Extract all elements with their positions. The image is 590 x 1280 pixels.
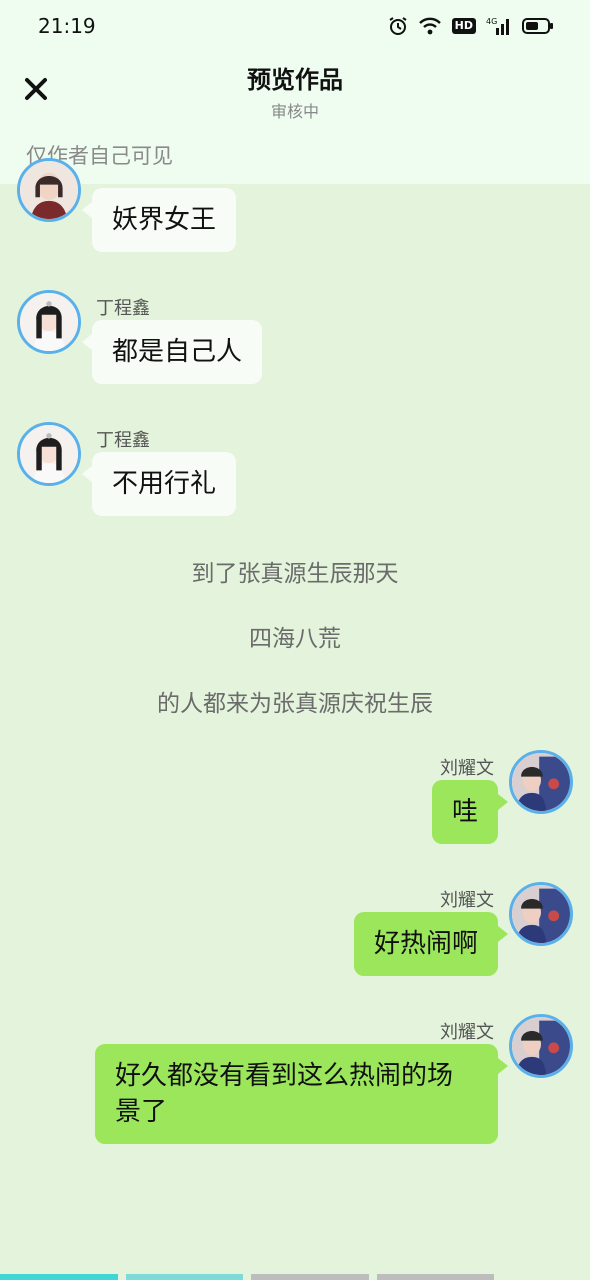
message-bubble[interactable]: 都是自己人 [81, 320, 263, 384]
avatar[interactable] [509, 1014, 573, 1078]
sender-name: 刘耀文 [440, 890, 494, 911]
status-icons: HD 4G [388, 14, 554, 38]
avatar[interactable] [17, 158, 81, 222]
status-time: 21:19 [38, 14, 96, 38]
avatar[interactable] [509, 882, 573, 946]
wifi-icon [418, 17, 441, 35]
avatar[interactable] [17, 422, 81, 486]
message-bubble[interactable]: 哇 [431, 780, 509, 844]
message-bubble[interactable]: 不用行礼 [81, 452, 237, 516]
progress-segment [376, 1274, 494, 1280]
svg-text:4G: 4G [486, 17, 497, 26]
message-bubble[interactable]: 好热闹啊 [353, 912, 509, 976]
progress-segment [0, 1274, 118, 1280]
message-bubble[interactable]: 好久都没有看到这么热闹的场景了 [95, 1044, 508, 1144]
status-bar: 21:19 HD 4G [0, 0, 590, 52]
narration-line: 的人都来为张真源庆祝生辰 [157, 691, 433, 717]
avatar[interactable] [17, 290, 81, 354]
sender-name: 丁程鑫 [96, 430, 150, 451]
hd-badge: HD [451, 18, 476, 34]
narration-line: 到了张真源生辰那天 [191, 561, 399, 587]
progress-segment [125, 1274, 243, 1280]
progress-segment [251, 1274, 369, 1280]
signal-icon: 4G [486, 17, 509, 35]
top-bar: 21:19 HD 4G 预览作品 审核中 仅作者自己可见 [0, 0, 590, 184]
battery-icon [522, 18, 553, 34]
avatar[interactable] [509, 750, 573, 814]
review-status: 审核中 [270, 102, 319, 121]
sender-name: 刘耀文 [440, 1022, 494, 1043]
message-bubble[interactable]: 妖界女王 [81, 188, 237, 252]
alarm-icon [389, 17, 407, 35]
narration-line: 四海八荒 [249, 626, 341, 652]
sender-name: 丁程鑫 [96, 298, 150, 319]
sender-name: 刘耀文 [440, 758, 494, 779]
page-title: 预览作品 [247, 66, 343, 94]
story-progress [0, 1274, 590, 1280]
